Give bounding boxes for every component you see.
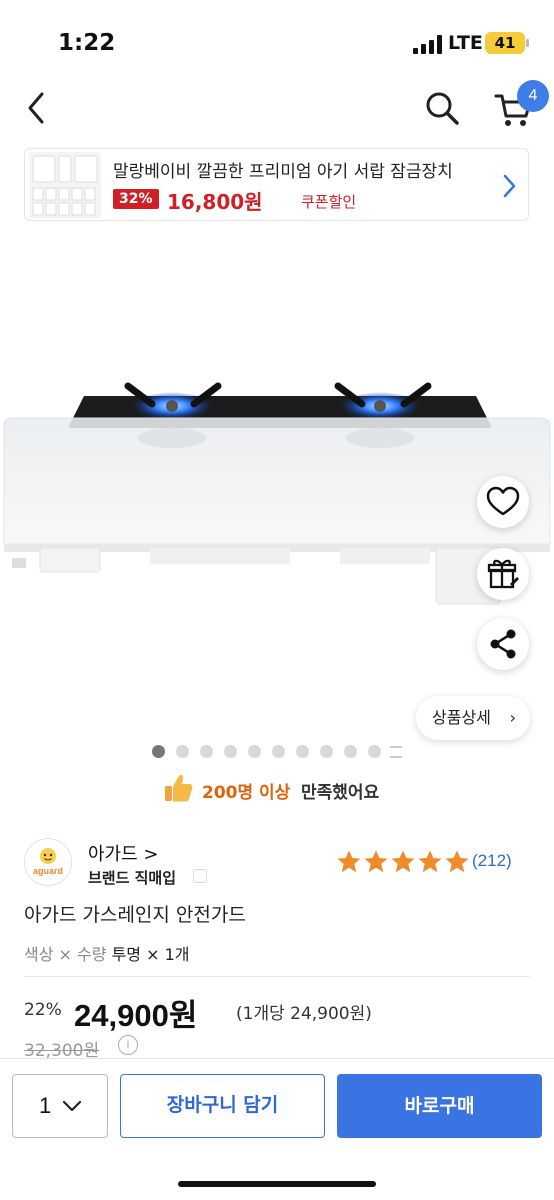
share-button[interactable] — [477, 618, 529, 670]
option-summary: 색상 × 수량 투명 × 1개 — [24, 941, 189, 965]
carousel-dot[interactable] — [200, 745, 213, 758]
status-bar: 1:22 LTE 41 — [0, 0, 554, 80]
review-count-link[interactable]: (212) — [472, 851, 512, 871]
carousel-dot[interactable] — [368, 745, 381, 758]
product-detail-button[interactable]: 상품상세 › — [416, 696, 530, 740]
brand-type-label: 브랜드 직매입 — [88, 869, 177, 887]
discount-rate: 22% — [24, 1000, 62, 1020]
quantity-value: 1 — [39, 1093, 52, 1118]
buy-now-button[interactable]: 바로구매 — [337, 1074, 542, 1138]
back-button[interactable] — [18, 88, 58, 128]
star-icon — [418, 850, 442, 873]
info-icon[interactable] — [193, 869, 207, 883]
home-indicator[interactable] — [178, 1181, 376, 1187]
carousel-dot[interactable] — [320, 745, 333, 758]
gift-button[interactable] — [477, 548, 529, 600]
satisfaction-count: 200명 이상 — [202, 783, 291, 803]
ad-banner[interactable]: 말랑베이비 깔끔한 프리미엄 아기 서랍 잠금장치 32% 16,800원 쿠폰… — [24, 148, 529, 221]
wishlist-button[interactable] — [477, 476, 529, 528]
star-icon — [337, 850, 361, 873]
star-icon — [391, 850, 415, 873]
ad-product-thumbnail — [29, 152, 101, 218]
carousel-dot[interactable] — [224, 745, 237, 758]
option-value: 투명 × 1개 — [111, 945, 190, 964]
carousel-dot[interactable] — [176, 745, 189, 758]
aguard-logo: aguard — [33, 848, 63, 876]
product-detail-label: 상품상세 — [432, 708, 491, 727]
price-info-icon[interactable]: i — [118, 1035, 138, 1055]
heart-icon — [486, 486, 520, 516]
brand-name-link[interactable]: 아가드 > — [88, 840, 158, 866]
network-type: LTE — [448, 32, 483, 54]
thumbs-up-icon — [165, 775, 193, 802]
search-icon — [426, 92, 459, 125]
star-icon — [445, 850, 469, 873]
ad-discount-badge: 32% — [113, 189, 159, 209]
carousel-dot[interactable] — [152, 745, 165, 758]
brand-logo[interactable]: aguard — [24, 838, 72, 886]
signal-icon — [413, 34, 443, 54]
product-photo — [3, 382, 551, 605]
product-image-carousel[interactable] — [0, 228, 554, 768]
chevron-right-icon: › — [509, 708, 516, 727]
divider — [24, 976, 530, 977]
carousel-dot[interactable] — [248, 745, 261, 758]
satisfaction-text: 만족했어요 — [301, 783, 380, 803]
ad-title: 말랑베이비 깔끔한 프리미엄 아기 서랍 잠금장치 — [113, 162, 453, 182]
svg-text:aguard: aguard — [33, 866, 63, 876]
status-time: 1:22 — [58, 30, 116, 56]
sale-price: 24,900원 — [74, 998, 198, 1033]
battery-icon: 41 — [485, 32, 529, 54]
ad-price: 16,800원 — [167, 190, 263, 214]
chevron-right-icon — [503, 174, 516, 198]
carousel-dot[interactable] — [344, 745, 357, 758]
ad-coupon-label: 쿠폰할인 — [301, 193, 357, 211]
carousel-dot[interactable] — [296, 745, 309, 758]
bottom-action-bar: 1 장바구니 담기 바로구매 — [0, 1058, 554, 1200]
cart-count-badge[interactable]: 4 — [517, 80, 549, 112]
option-label: 색상 × 수량 — [24, 945, 107, 964]
carousel-more-icon[interactable] — [390, 746, 402, 758]
unit-price: (1개당 24,900원) — [236, 1004, 372, 1024]
top-nav — [0, 80, 554, 140]
add-to-cart-button[interactable]: 장바구니 담기 — [120, 1074, 325, 1138]
star-icon — [364, 850, 388, 873]
share-icon — [490, 629, 516, 659]
gift-icon — [487, 559, 519, 589]
quantity-select[interactable]: 1 — [12, 1074, 108, 1138]
chevron-down-icon — [62, 1100, 82, 1112]
product-title: 아가드 가스레인지 안전가드 — [24, 904, 246, 926]
search-button[interactable] — [420, 86, 464, 130]
back-arrow-icon — [28, 92, 44, 124]
carousel-dot[interactable] — [272, 745, 285, 758]
